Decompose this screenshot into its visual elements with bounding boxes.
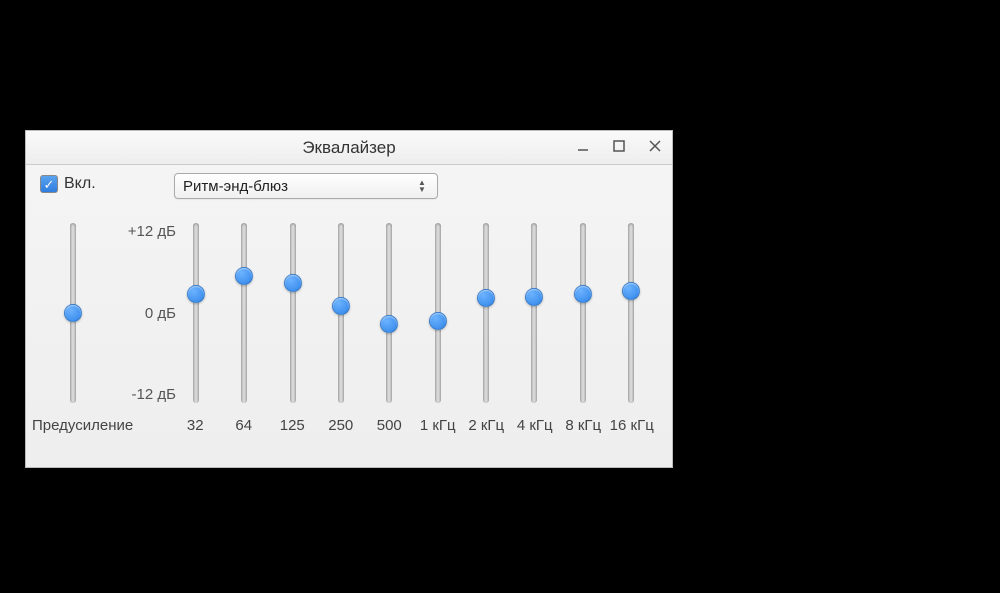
band-frequency-label: 32 bbox=[171, 417, 220, 434]
enable-checkbox[interactable]: ✓ bbox=[40, 175, 58, 193]
slider-thumb[interactable] bbox=[574, 285, 592, 303]
band-frequency-labels: 32641252505001 кГц2 кГц4 кГц8 кГц16 кГц bbox=[171, 417, 656, 434]
band-frequency-label: 250 bbox=[317, 417, 366, 434]
band-frequency-label: 2 кГц bbox=[462, 417, 511, 434]
band-frequency-label: 16 кГц bbox=[608, 417, 657, 434]
slider-thumb[interactable] bbox=[622, 282, 640, 300]
slider-thumb[interactable] bbox=[525, 288, 543, 306]
minimize-button[interactable] bbox=[572, 135, 594, 157]
eq-band-slider[interactable] bbox=[423, 223, 453, 403]
slider-track bbox=[386, 223, 392, 403]
db-max-label: +12 дБ bbox=[128, 223, 176, 240]
close-button[interactable] bbox=[644, 135, 666, 157]
slider-track bbox=[483, 223, 489, 403]
db-scale: +12 дБ 0 дБ -12 дБ bbox=[106, 223, 176, 403]
maximize-button[interactable] bbox=[608, 135, 630, 157]
eq-bands bbox=[181, 223, 646, 403]
slider-thumb[interactable] bbox=[477, 289, 495, 307]
titlebar: Эквалайзер bbox=[26, 131, 672, 165]
preset-dropdown[interactable]: Ритм-энд-блюз ▲▼ bbox=[174, 173, 438, 199]
eq-band-slider[interactable] bbox=[229, 223, 259, 403]
slider-thumb[interactable] bbox=[64, 304, 82, 322]
slider-track bbox=[241, 223, 247, 403]
band-frequency-label: 125 bbox=[268, 417, 317, 434]
equalizer-window: Эквалайзер ✓ Вкл. Ритм-энд-блюз ▲▼ bbox=[25, 130, 673, 468]
eq-band-slider[interactable] bbox=[519, 223, 549, 403]
preset-selected-label: Ритм-энд-блюз bbox=[183, 178, 415, 195]
eq-band-slider[interactable] bbox=[374, 223, 404, 403]
slider-track bbox=[531, 223, 537, 403]
band-frequency-label: 1 кГц bbox=[414, 417, 463, 434]
band-frequency-label: 8 кГц bbox=[559, 417, 608, 434]
window-title: Эквалайзер bbox=[302, 138, 395, 158]
slider-thumb[interactable] bbox=[429, 312, 447, 330]
slider-track bbox=[628, 223, 634, 403]
slider-thumb[interactable] bbox=[332, 297, 350, 315]
slider-track bbox=[580, 223, 586, 403]
band-frequency-label: 4 кГц bbox=[511, 417, 560, 434]
slider-thumb[interactable] bbox=[380, 315, 398, 333]
db-zero-label: 0 дБ bbox=[145, 305, 176, 322]
band-frequency-label: 64 bbox=[220, 417, 269, 434]
slider-track bbox=[290, 223, 296, 403]
eq-band-slider[interactable] bbox=[616, 223, 646, 403]
window-content: ✓ Вкл. Ритм-энд-блюз ▲▼ +12 дБ 0 дБ -12 … bbox=[26, 165, 672, 467]
slider-thumb[interactable] bbox=[235, 267, 253, 285]
callout-line bbox=[398, 2, 400, 130]
eq-band-slider[interactable] bbox=[568, 223, 598, 403]
preamp-label: Предусиление bbox=[32, 417, 133, 434]
eq-band-slider[interactable] bbox=[181, 223, 211, 403]
slider-track bbox=[193, 223, 199, 403]
eq-band-slider[interactable] bbox=[326, 223, 356, 403]
slider-thumb[interactable] bbox=[187, 285, 205, 303]
enable-label: Вкл. bbox=[64, 175, 96, 193]
db-min-label: -12 дБ bbox=[132, 386, 176, 403]
eq-band-slider[interactable] bbox=[278, 223, 308, 403]
eq-band-slider[interactable] bbox=[471, 223, 501, 403]
enable-row: ✓ Вкл. bbox=[40, 175, 96, 193]
window-controls bbox=[572, 135, 666, 157]
dropdown-arrows-icon: ▲▼ bbox=[415, 179, 429, 193]
checkmark-icon: ✓ bbox=[44, 178, 55, 191]
preamp-slider[interactable] bbox=[58, 223, 88, 403]
band-frequency-label: 500 bbox=[365, 417, 414, 434]
slider-thumb[interactable] bbox=[284, 274, 302, 292]
callout-line bbox=[59, 2, 61, 130]
